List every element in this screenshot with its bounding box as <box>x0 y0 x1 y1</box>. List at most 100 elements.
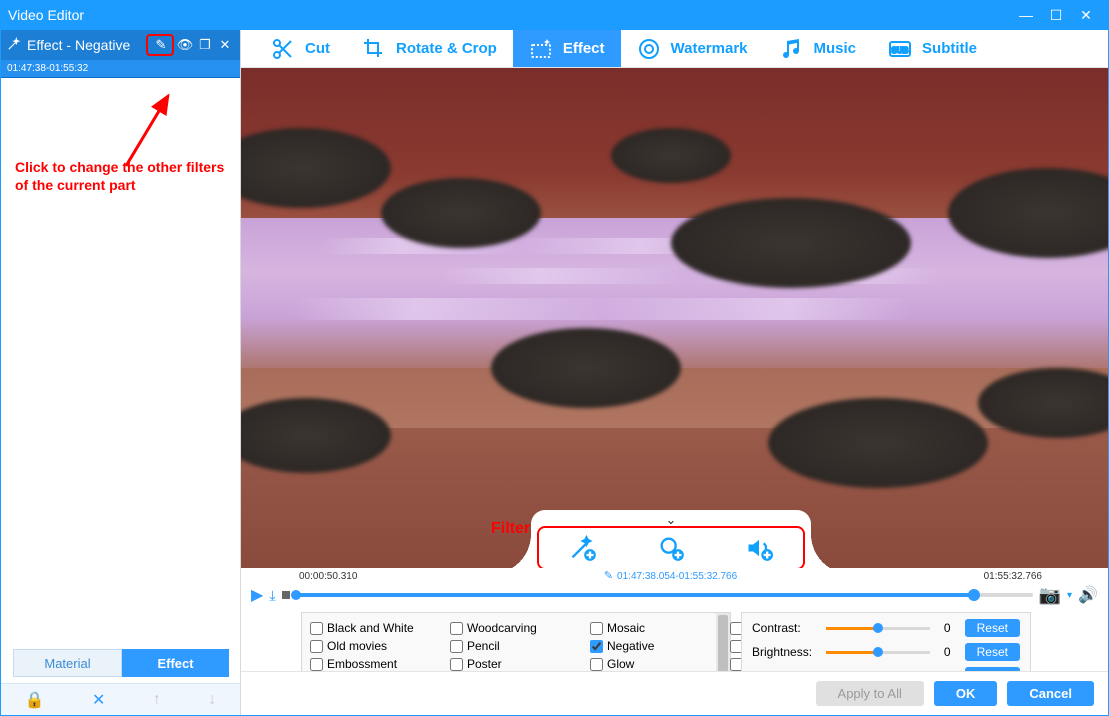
contrast-label: Contrast: <box>752 621 818 635</box>
tab-material[interactable]: Material <box>13 649 122 677</box>
tab-watermark[interactable]: Watermark <box>621 30 764 67</box>
timeline-track[interactable] <box>296 593 1033 597</box>
timeline-end-label: 01:55:32.766 <box>972 571 1042 582</box>
volume-icon[interactable]: 🔊 <box>1078 585 1098 605</box>
edit-icon[interactable]: ✎ <box>152 36 170 54</box>
tab-cut[interactable]: Cut <box>255 30 346 67</box>
sidebar-tabs: Material Effect <box>13 649 229 677</box>
sidebar-header: Effect - Negative ✎ 👁 ❐ ✕ <box>1 30 240 60</box>
brightness-slider[interactable] <box>826 651 930 654</box>
filter-item[interactable]: Negative <box>590 637 730 655</box>
tab-effect-top[interactable]: Effect <box>513 30 621 67</box>
filter-checkbox[interactable] <box>450 622 463 635</box>
contrast-reset-button[interactable]: Reset <box>965 619 1020 637</box>
filter-label: Glow <box>607 657 634 671</box>
tab-subtitle[interactable]: SUB Subtitle <box>872 30 993 67</box>
ok-button[interactable]: OK <box>934 681 998 706</box>
maximize-button[interactable]: ☐ <box>1041 0 1071 30</box>
filter-label: Woodcarving <box>467 621 537 635</box>
tab-effect[interactable]: Effect <box>122 649 229 677</box>
filter-item[interactable]: Pencil <box>450 637 590 655</box>
minimize-button[interactable]: — <box>1011 0 1041 30</box>
brightness-row: Brightness: 0 Reset <box>752 643 1020 661</box>
filter-checkbox[interactable] <box>590 622 603 635</box>
close-effect-icon[interactable]: ✕ <box>216 36 234 54</box>
filter-checkbox[interactable] <box>450 640 463 653</box>
timeline: 00:00:50.310 ✎01:47:38.054-01:55:32.766 … <box>241 568 1108 608</box>
stop-icon[interactable] <box>282 591 290 599</box>
bottom-bar: Apply to All OK Cancel <box>241 671 1108 715</box>
timeline-start-label: 00:00:50.310 <box>299 571 369 582</box>
filter-label: Poster <box>467 657 502 671</box>
timeline-handle[interactable] <box>968 589 980 601</box>
filter-label: Negative <box>607 639 654 653</box>
wand-icon <box>7 37 21 54</box>
svg-text:SUB: SUB <box>892 46 909 55</box>
play-icon[interactable]: ▶ <box>251 585 263 605</box>
sidebar-time-range[interactable]: 01:47:38-01:55:32 <box>1 60 240 78</box>
watermark-icon <box>637 37 661 61</box>
filter-item[interactable]: Old movies <box>310 637 450 655</box>
tab-cut-label: Cut <box>305 40 330 57</box>
filter-label: Mosaic <box>607 621 645 635</box>
main-area: Cut Rotate & Crop Effect Watermark Music… <box>241 30 1108 715</box>
filter-add-icon[interactable] <box>568 533 598 563</box>
sidebar: Effect - Negative ✎ 👁 ❐ ✕ 01:47:38-01:55… <box>1 30 241 715</box>
move-up-icon[interactable]: ↑ <box>153 691 161 709</box>
filter-checkbox[interactable] <box>590 658 603 671</box>
tab-rotate-crop-label: Rotate & Crop <box>396 40 497 57</box>
music-icon <box>780 37 804 61</box>
subtitle-icon: SUB <box>888 37 912 61</box>
move-down-icon[interactable]: ↓ <box>208 691 216 709</box>
annotation-edit-hint: Click to change the other filters of the… <box>15 158 225 194</box>
close-button[interactable]: ✕ <box>1071 0 1101 30</box>
filter-label: Embossment <box>327 657 397 671</box>
title-bar: Video Editor — ☐ ✕ <box>0 0 1109 30</box>
cancel-button[interactable]: Cancel <box>1007 681 1094 706</box>
filter-checkbox[interactable] <box>310 640 323 653</box>
step-icon[interactable]: ⤓ <box>269 587 275 604</box>
filter-label: Pencil <box>467 639 500 653</box>
filter-item[interactable]: Black and White <box>310 619 450 637</box>
pen-icon: ✎ <box>604 570 613 582</box>
effect-bubble: ⌄ <box>531 510 811 568</box>
filter-item[interactable]: Mosaic <box>590 619 730 637</box>
contrast-row: Contrast: 0 Reset <box>752 619 1020 637</box>
sidebar-header-label: Effect - Negative <box>27 37 146 53</box>
duplicate-icon[interactable]: ❐ <box>196 36 214 54</box>
contrast-value: 0 <box>938 621 957 635</box>
video-preview: Filter, zoom effect and audio effect ⌄ <box>241 68 1108 568</box>
filter-checkbox[interactable] <box>450 658 463 671</box>
window-title: Video Editor <box>8 7 1011 23</box>
tab-music[interactable]: Music <box>764 30 873 67</box>
snapshot-dropdown-icon[interactable]: ▾ <box>1067 590 1072 601</box>
delete-icon[interactable]: ✕ <box>92 690 105 710</box>
zoom-add-icon[interactable] <box>656 533 686 563</box>
filter-checkbox[interactable] <box>590 640 603 653</box>
apply-all-button[interactable]: Apply to All <box>816 681 924 706</box>
eye-icon[interactable]: 👁 <box>176 36 194 54</box>
scissors-icon <box>271 37 295 61</box>
app-body: Effect - Negative ✎ 👁 ❐ ✕ 01:47:38-01:55… <box>0 30 1109 716</box>
audio-add-icon[interactable] <box>744 533 774 563</box>
filter-checkbox[interactable] <box>310 622 323 635</box>
contrast-slider[interactable] <box>826 627 930 630</box>
sparkle-icon <box>529 37 553 61</box>
snapshot-icon[interactable]: 📷 <box>1039 585 1061 606</box>
top-tabs: Cut Rotate & Crop Effect Watermark Music… <box>241 30 1108 68</box>
tab-music-label: Music <box>814 40 857 57</box>
timeline-center-label: ✎01:47:38.054-01:55:32.766 <box>369 569 972 582</box>
filter-label: Old movies <box>327 639 387 653</box>
tab-rotate-crop[interactable]: Rotate & Crop <box>346 30 513 67</box>
brightness-value: 0 <box>938 645 957 659</box>
brightness-label: Brightness: <box>752 645 818 659</box>
tab-effect-label: Effect <box>563 40 605 57</box>
crop-icon <box>362 37 386 61</box>
sidebar-toolbar: 🔒 ✕ ↑ ↓ <box>1 683 240 715</box>
tab-watermark-label: Watermark <box>671 40 748 57</box>
lock-icon[interactable]: 🔒 <box>25 690 45 710</box>
tab-subtitle-label: Subtitle <box>922 40 977 57</box>
filter-item[interactable]: Woodcarving <box>450 619 590 637</box>
brightness-reset-button[interactable]: Reset <box>965 643 1020 661</box>
filter-checkbox[interactable] <box>310 658 323 671</box>
